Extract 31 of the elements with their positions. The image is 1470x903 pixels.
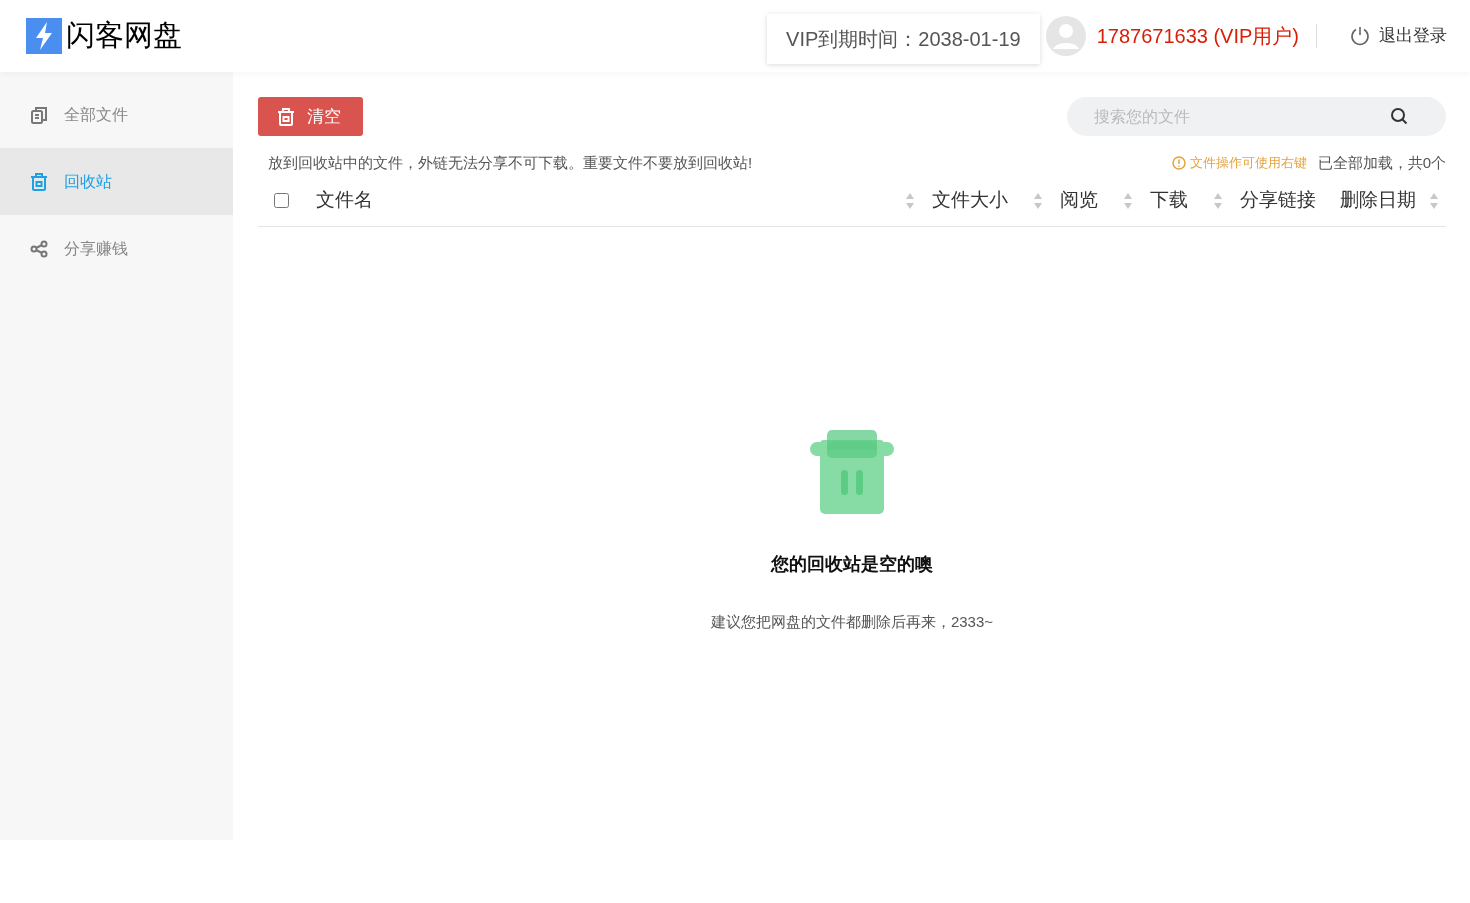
column-header[interactable]: 文件名 — [316, 186, 373, 215]
sort-icon[interactable] — [1214, 191, 1222, 210]
info-icon — [1171, 156, 1186, 170]
sort-icon[interactable] — [1430, 191, 1438, 210]
share-icon — [30, 239, 48, 258]
trash-icon — [277, 107, 295, 126]
vip-expiry-popup: VIP到期时间：2038-01-19 — [767, 14, 1040, 64]
trash-icon — [30, 172, 48, 191]
empty-title: 您的回收站是空的噢 — [771, 553, 933, 576]
sort-icon[interactable] — [906, 191, 914, 210]
right-click-tip: 文件操作可使用右键 — [1189, 154, 1307, 173]
files-icon — [30, 105, 48, 124]
logout-button[interactable]: 退出登录 — [1350, 23, 1447, 49]
sort-icon[interactable] — [1034, 191, 1042, 210]
empty-subtitle: 建议您把网盘的文件都删除后再来，2333~ — [710, 612, 994, 632]
recycle-notice: 放到回收站中的文件，外链无法分享不可下载。重要文件不要放到回收站! — [268, 152, 753, 173]
load-status: 已全部加载，共0个 — [1317, 152, 1446, 173]
logo-text: 闪客网盘 — [66, 18, 182, 54]
avatar-icon[interactable] — [1045, 16, 1086, 56]
clear-button[interactable]: 清空 — [258, 97, 363, 136]
select-all-checkbox[interactable] — [273, 193, 289, 208]
column-header[interactable]: 阅览 — [1060, 186, 1098, 215]
sort-icon[interactable] — [1124, 191, 1132, 210]
power-icon — [1350, 26, 1370, 46]
search-icon[interactable] — [1390, 107, 1408, 125]
lightning-logo-icon — [26, 18, 62, 54]
column-header[interactable]: 分享链接 — [1240, 186, 1316, 215]
column-header[interactable]: 下载 — [1150, 186, 1188, 215]
column-header[interactable]: 删除日期 — [1340, 186, 1416, 215]
user-name[interactable]: 1787671633 (VIP用户) — [1096, 21, 1299, 51]
column-header[interactable]: 文件大小 — [932, 186, 1008, 215]
